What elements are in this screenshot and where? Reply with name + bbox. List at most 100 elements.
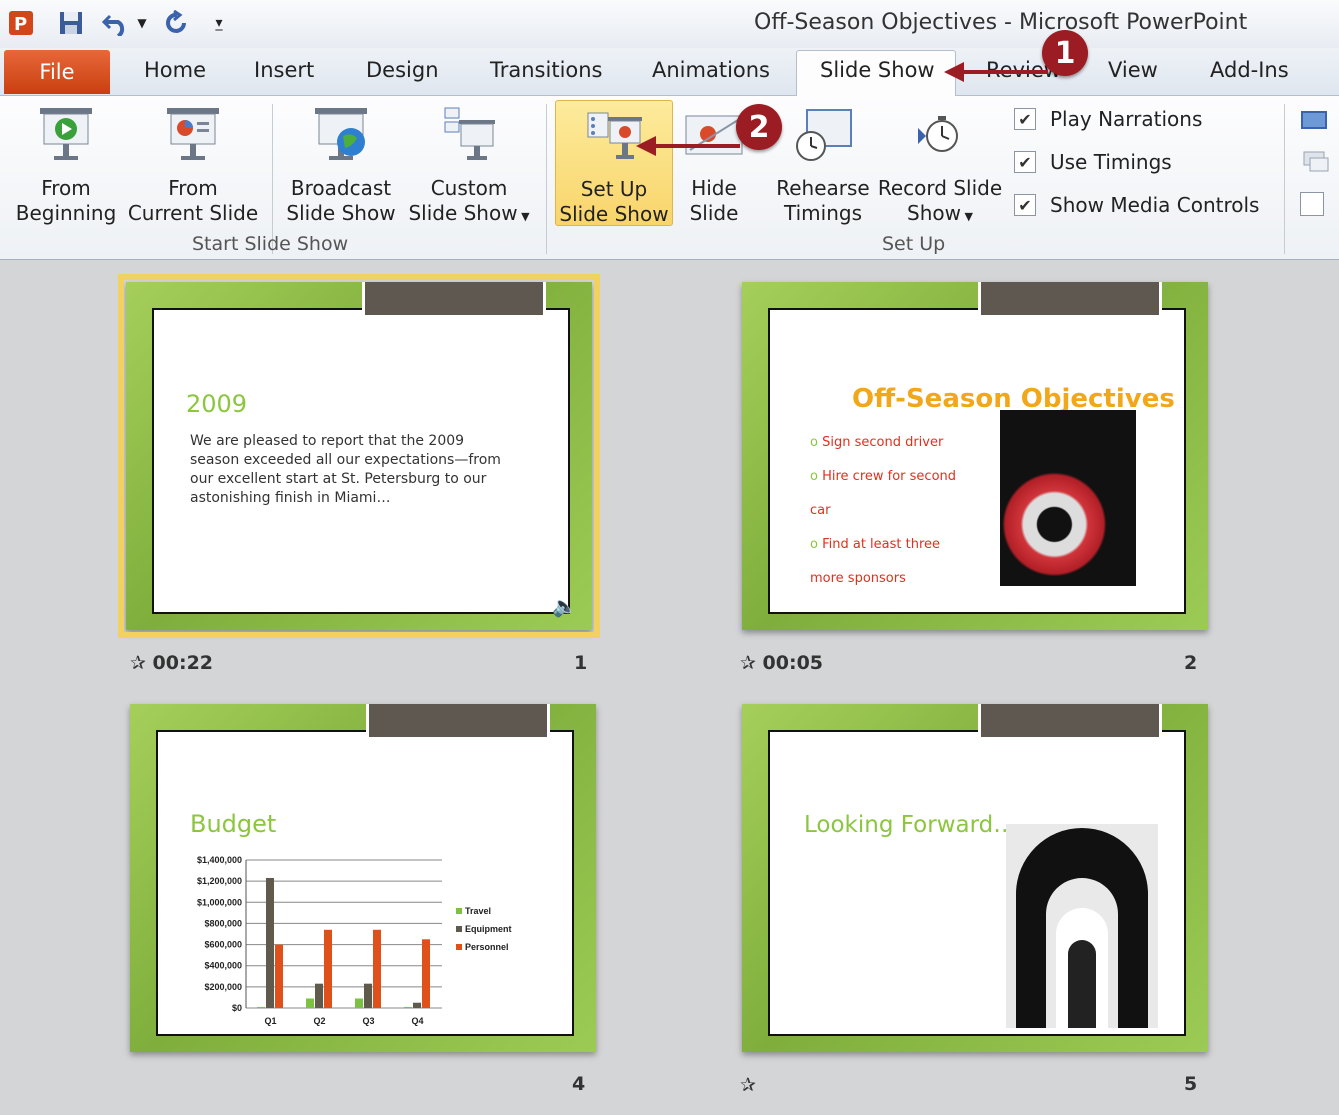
tab-insert[interactable]: Insert [254, 58, 314, 82]
presenter-view-checkbox[interactable] [1300, 192, 1324, 216]
y-tick-label: $600,000 [204, 940, 242, 950]
slide-header-tab [366, 704, 550, 740]
record-label-1: Record Slide [877, 176, 1003, 200]
bullet-item: o Hire crew for second car [810, 469, 957, 518]
y-tick-label: $1,000,000 [197, 897, 242, 907]
play-narrations-label: Play Narrations [1050, 107, 1203, 131]
broadcast-slide-show-button[interactable]: Broadcast Slide Show [282, 106, 400, 226]
title-bar: P ▼ ▾̲ Off-Season Objectives - Microsoft… [0, 0, 1339, 48]
budget-bar-chart: $1,400,000 $1,200,000 $1,000,000 $800,000 $6… [197, 855, 512, 1026]
tab-transitions[interactable]: Transitions [490, 58, 603, 82]
slide-header-tab [362, 282, 546, 318]
from-current-slide-button[interactable]: From Current Slide [126, 106, 260, 226]
bar-travel [306, 998, 314, 1008]
show-media-controls-label: Show Media Controls [1050, 193, 1260, 217]
set-up-slide-show-button[interactable]: Set Up Slide Show [555, 100, 673, 226]
transition-star-icon: ✰ [740, 652, 763, 674]
redo-icon[interactable] [162, 8, 192, 38]
ribbon-separator [272, 104, 273, 254]
bullet-icon: o [810, 537, 823, 552]
from-beginning-label-2: Beginning [15, 201, 117, 225]
y-tick-label: $0 [232, 1003, 242, 1013]
slide-title: Budget [190, 810, 277, 838]
bullet-item: o Find at least three more sponsors [810, 537, 941, 586]
custom-show-icon [402, 106, 536, 170]
projector-play-icon [10, 106, 122, 170]
dropdown-arrow-icon: ▼ [517, 210, 530, 223]
y-tick-label: $1,200,000 [197, 876, 242, 886]
dropdown-arrow-icon: ▼ [961, 210, 973, 223]
from-current-label-1: From [168, 176, 218, 200]
slide-canvas: Off-Season Objectives o Sign second driv… [768, 308, 1186, 614]
slide-title: Looking Forward… [804, 812, 1017, 838]
slide-canvas: 2009 We are pleased to report that the 2… [152, 308, 577, 618]
record-slide-show-button[interactable]: Record Slide Show ▼ [876, 106, 1004, 229]
ribbon-tab-row: File Home Insert Design Transitions Anim… [0, 48, 1339, 96]
undo-dropdown-icon[interactable]: ▼ [134, 8, 150, 38]
customize-quick-access-icon[interactable]: ▾̲ [206, 8, 232, 38]
bar-personnel [373, 929, 381, 1008]
tab-animations[interactable]: Animations [652, 58, 770, 82]
group-label-set-up: Set Up [882, 233, 946, 255]
bar-equipment [413, 1002, 421, 1008]
slide-body-text: We are pleased to report that the 2009 s… [190, 433, 501, 506]
archway-photo [1006, 824, 1158, 1028]
undo-icon[interactable] [100, 8, 134, 38]
slide-thumbnail-4[interactable]: Budget $1,400,000 $1,200,000 $1,000,000 $80… [130, 704, 596, 1052]
slide-title: 2009 [186, 390, 248, 418]
custom-label-2: Slide Show [408, 201, 518, 225]
broadcast-label-1: Broadcast [290, 176, 392, 200]
tab-slide-show[interactable]: Slide Show [820, 58, 935, 82]
x-tick-label: Q1 [264, 1016, 276, 1026]
tab-add-ins[interactable]: Add-Ins [1210, 58, 1289, 82]
bar-equipment [364, 983, 372, 1008]
stopwatch-slide-icon [776, 106, 870, 170]
checkmark-icon: ✔ [1014, 151, 1036, 173]
x-tick-label: Q2 [313, 1016, 325, 1026]
rehearse-label-2: Timings [784, 201, 862, 225]
svg-text:P: P [14, 14, 27, 35]
ribbon: From Beginning From Current Slide Broadc… [0, 96, 1339, 260]
bar-personnel [422, 939, 430, 1008]
slide-thumbnail-2[interactable]: Off-Season Objectives o Sign second driv… [742, 282, 1208, 630]
legend-swatch [456, 944, 462, 950]
tab-file[interactable]: File [4, 50, 110, 94]
use-timings-checkbox[interactable]: ✔ Use Timings [1014, 150, 1172, 174]
callout-badge-2: 2 [736, 104, 782, 150]
slide-thumbnail-1[interactable]: 2009 We are pleased to report that the 2… [118, 274, 600, 638]
speaker-icon: 🔈 [552, 594, 577, 618]
slide-header-tab [978, 282, 1162, 318]
tab-design[interactable]: Design [366, 58, 439, 82]
legend-swatch [456, 926, 462, 932]
legend-label: Travel [465, 906, 491, 916]
callout-arrow-2 [636, 136, 740, 156]
monitor-icon[interactable] [1300, 108, 1330, 132]
window-title: Off-Season Objectives - Microsoft PowerP… [754, 10, 1248, 35]
group-label-start-slide-show: Start Slide Show [192, 233, 349, 255]
powerpoint-logo-icon[interactable]: P [6, 8, 36, 38]
rehearse-timings-button[interactable]: Rehearse Timings [776, 106, 870, 226]
checkmark-icon: ✔ [1014, 194, 1036, 216]
play-narrations-checkbox[interactable]: ✔ Play Narrations [1014, 107, 1202, 131]
save-icon[interactable] [56, 8, 86, 38]
legend-swatch [456, 908, 462, 914]
bar-personnel [324, 929, 332, 1008]
tab-home[interactable]: Home [144, 58, 206, 82]
presenter-view-icon[interactable] [1300, 150, 1330, 174]
bar-equipment [315, 983, 323, 1008]
from-beginning-label-1: From [41, 176, 91, 200]
slide-number: 2 [1184, 652, 1198, 674]
custom-slide-show-button[interactable]: Custom Slide Show ▼ [402, 106, 536, 229]
slide-thumbnail-5[interactable]: Looking Forward… [742, 704, 1208, 1052]
slide-2-time: 00:05 [762, 652, 824, 674]
y-tick-label: $1,400,000 [197, 855, 242, 865]
bullet-icon: o [810, 435, 823, 450]
from-beginning-button[interactable]: From Beginning [10, 106, 122, 226]
hide-label-1: Hide [691, 176, 737, 200]
show-media-controls-checkbox[interactable]: ✔ Show Media Controls [1014, 193, 1259, 217]
hide-label-2: Slide [689, 201, 739, 225]
slide-number: 5 [1184, 1073, 1198, 1095]
tab-view[interactable]: View [1108, 58, 1158, 82]
use-timings-label: Use Timings [1050, 150, 1172, 174]
record-stopwatch-icon [876, 106, 1004, 170]
